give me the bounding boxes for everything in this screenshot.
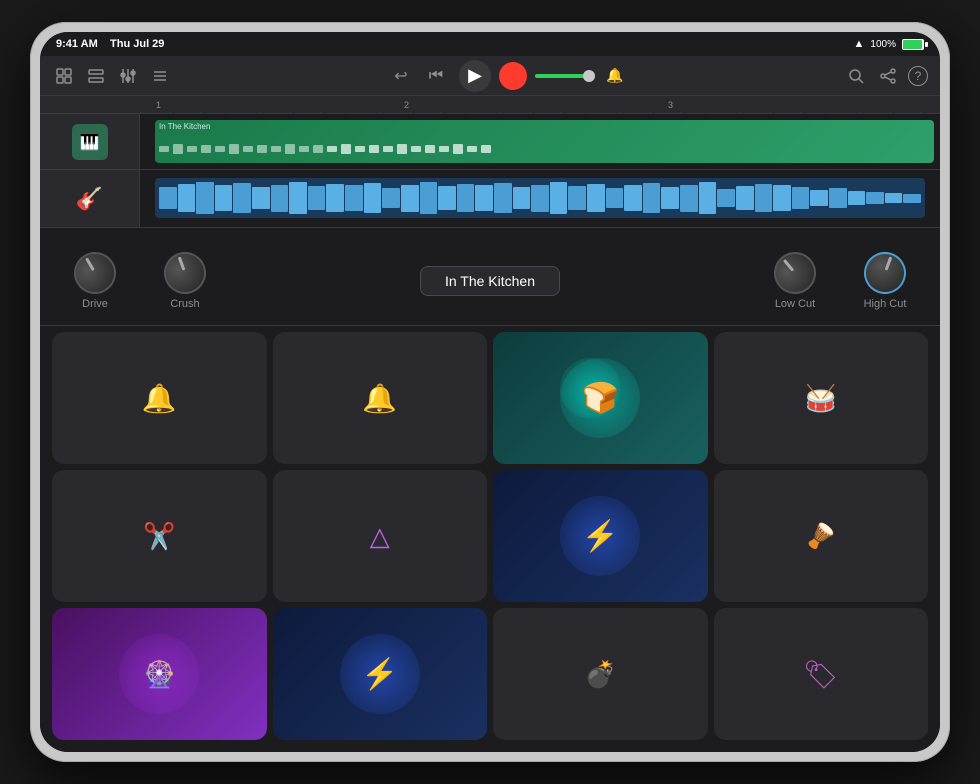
track1-label: In The Kitchen bbox=[155, 120, 934, 133]
metronome-icon[interactable]: 🔔 bbox=[603, 64, 627, 88]
track-region-blue bbox=[155, 178, 925, 218]
track-content-2[interactable] bbox=[140, 170, 940, 227]
pad-4[interactable]: 🥁 bbox=[714, 332, 929, 464]
rewind-button[interactable]: ⏮ bbox=[421, 62, 451, 90]
battery-bar bbox=[902, 39, 924, 50]
pad-4-icon: 🥁 bbox=[805, 383, 837, 414]
pad-9[interactable]: 🎡 bbox=[52, 608, 267, 740]
timeline-area: 1 2 3 + 🎹 In The Kitchen bbox=[40, 96, 940, 236]
pad-6-icon: △ bbox=[370, 521, 390, 552]
track-icon-guitar: 🎸 bbox=[72, 181, 108, 217]
track-header-2: 🎸 bbox=[40, 170, 140, 227]
browser-icon[interactable] bbox=[52, 64, 76, 88]
track-icon-beats: 🎹 bbox=[72, 124, 108, 160]
pad-10[interactable]: ⚡ bbox=[273, 608, 488, 740]
pad-7[interactable]: ⚡ bbox=[493, 470, 708, 602]
track-content-1[interactable]: In The Kitchen bbox=[140, 114, 940, 169]
pad-2-icon: 🔔 bbox=[362, 382, 397, 415]
low-cut-label: Low Cut bbox=[775, 298, 815, 310]
play-button[interactable]: ▶ bbox=[459, 60, 491, 92]
drive-knob[interactable] bbox=[66, 244, 123, 301]
crush-knob-group: Crush bbox=[150, 252, 220, 310]
status-bar: 9:41 AM Thu Jul 29 ▲ 100% bbox=[40, 32, 940, 56]
controls-section: Drive Crush In The Kitchen Low Cut High … bbox=[40, 236, 940, 326]
crush-knob[interactable] bbox=[158, 246, 212, 300]
pad-3-icon: 🍞 bbox=[582, 381, 619, 416]
toolbar-left-group bbox=[52, 64, 172, 88]
drive-knob-group: Drive bbox=[60, 252, 130, 310]
pad-5[interactable]: ✂️ bbox=[52, 470, 267, 602]
pad-1-icon: 🔔 bbox=[142, 382, 177, 415]
tracks-icon[interactable] bbox=[84, 64, 108, 88]
preset-button[interactable]: In The Kitchen bbox=[420, 266, 560, 296]
ruler: 1 2 3 bbox=[40, 96, 940, 114]
track-row-2: 🎸 bbox=[40, 170, 940, 228]
toolbar-right-group: ? bbox=[844, 64, 928, 88]
pad-2[interactable]: 🔔 bbox=[273, 332, 488, 464]
pad-11[interactable]: 💣 bbox=[493, 608, 708, 740]
device-screen: 9:41 AM Thu Jul 29 ▲ 100% bbox=[40, 32, 940, 752]
instrument-icon[interactable] bbox=[148, 64, 172, 88]
search-icon[interactable] bbox=[844, 64, 868, 88]
help-icon[interactable]: ? bbox=[908, 66, 928, 86]
record-button[interactable] bbox=[499, 62, 527, 90]
pad-6[interactable]: △ bbox=[273, 470, 488, 602]
pad-8[interactable]: 🪘 bbox=[714, 470, 929, 602]
high-cut-label: High Cut bbox=[864, 298, 907, 310]
volume-slider[interactable] bbox=[535, 74, 595, 78]
pad-1[interactable]: 🔔 bbox=[52, 332, 267, 464]
ruler-mark-1: 1 bbox=[156, 100, 161, 110]
date-display: Thu Jul 29 bbox=[110, 38, 164, 50]
time-display: 9:41 AM bbox=[56, 38, 98, 50]
pad-7-icon: ⚡ bbox=[582, 519, 619, 554]
pad-grid: 🔔 🔔 🍞 🥁 ✂️ △ ⚡ bbox=[40, 326, 940, 752]
track-header-1: 🎹 bbox=[40, 114, 140, 169]
device-frame: 9:41 AM Thu Jul 29 ▲ 100% bbox=[30, 22, 950, 762]
share-icon[interactable] bbox=[876, 64, 900, 88]
ruler-mark-2: 2 bbox=[404, 100, 409, 110]
pad-10-icon: ⚡ bbox=[361, 657, 398, 692]
drive-label: Drive bbox=[82, 298, 108, 310]
low-cut-knob-group: Low Cut bbox=[760, 252, 830, 310]
track-row-1: 🎹 In The Kitchen bbox=[40, 114, 940, 170]
toolbar: ↩ ⏮ ▶ 🔔 ? bbox=[40, 56, 940, 96]
pad-8-icon: 🪘 bbox=[806, 522, 836, 551]
status-time: 9:41 AM Thu Jul 29 bbox=[56, 38, 164, 50]
undo-button[interactable]: ↩ bbox=[389, 64, 413, 88]
low-cut-knob[interactable] bbox=[765, 243, 824, 302]
status-indicators: ▲ 100% bbox=[854, 38, 924, 50]
ruler-mark-3: 3 bbox=[668, 100, 673, 110]
crush-label: Crush bbox=[170, 298, 199, 310]
track-region-green: In The Kitchen bbox=[155, 120, 934, 163]
controls-center: In The Kitchen bbox=[240, 266, 740, 296]
high-cut-knob[interactable] bbox=[858, 246, 912, 300]
pad-11-icon: 💣 bbox=[584, 659, 616, 690]
wifi-icon: ▲ bbox=[854, 38, 865, 50]
pad-3[interactable]: 🍞 bbox=[493, 332, 708, 464]
high-cut-knob-group: High Cut bbox=[850, 252, 920, 310]
toolbar-center-group: ↩ ⏮ ▶ 🔔 bbox=[389, 60, 627, 92]
pad-9-icon: 🎡 bbox=[143, 659, 175, 690]
volume-control bbox=[535, 74, 595, 78]
pad-12-icon: 🏷 bbox=[803, 658, 839, 691]
pad-12[interactable]: 🏷 bbox=[714, 608, 929, 740]
mixer-icon[interactable] bbox=[116, 64, 140, 88]
battery-icon: 100% bbox=[870, 39, 896, 50]
pad-5-icon: ✂️ bbox=[143, 521, 175, 552]
